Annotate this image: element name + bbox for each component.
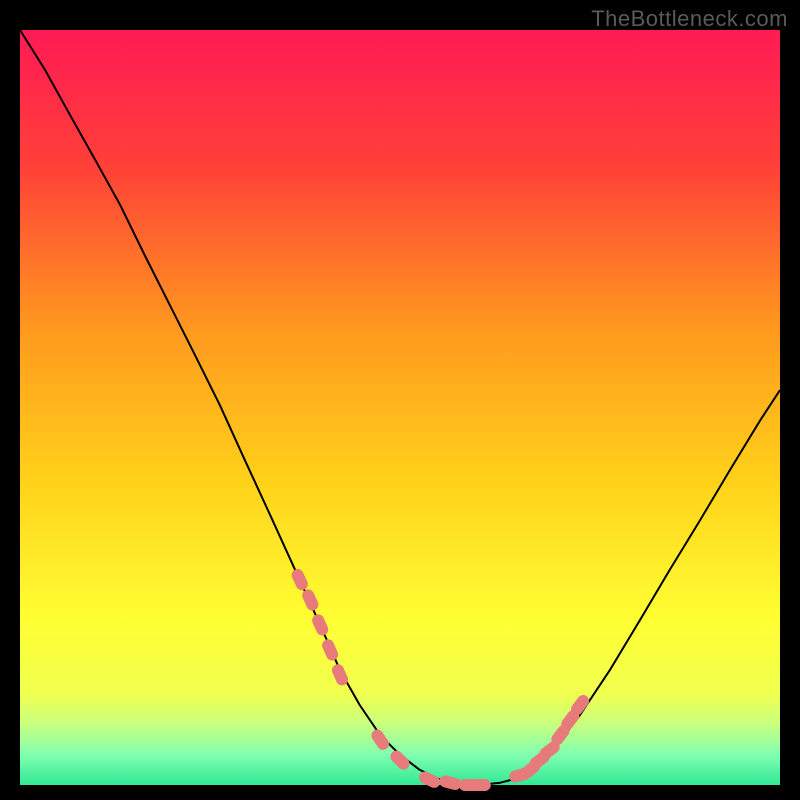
chart-container: TheBottleneck.com: [0, 0, 800, 800]
plot-background: [20, 30, 780, 785]
bottleneck-chart: [0, 0, 800, 800]
highlight-marker: [469, 779, 491, 791]
